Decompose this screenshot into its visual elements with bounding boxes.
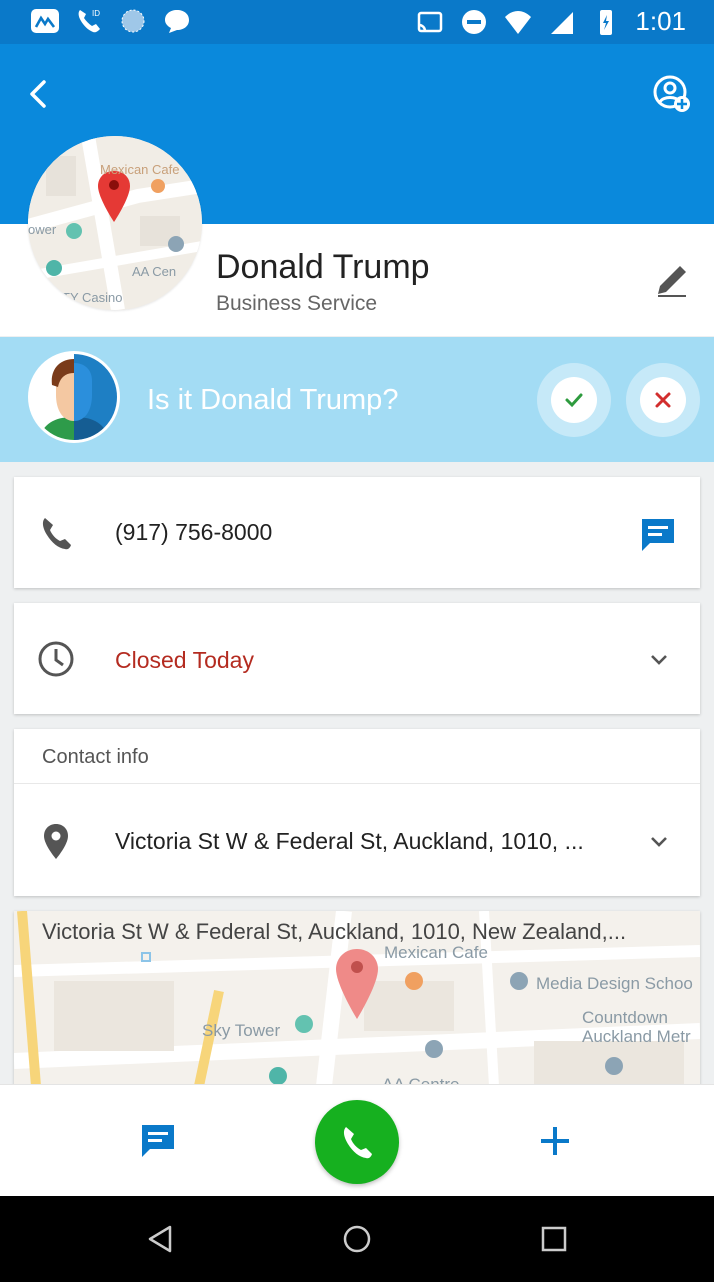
- back-button[interactable]: [20, 74, 60, 114]
- map-label-sky-tower: Sky Tower: [202, 1021, 281, 1040]
- sphere-icon: [121, 9, 145, 33]
- edit-button[interactable]: [652, 260, 692, 300]
- phone-number[interactable]: (917) 756-8000: [115, 519, 272, 546]
- reject-identity-button[interactable]: [626, 363, 700, 437]
- confirm-identity-button[interactable]: [537, 363, 611, 437]
- verify-question: Is it Donald Trump?: [147, 384, 399, 416]
- battery-charging-icon: [600, 9, 613, 35]
- mini-map-label-tower: ower: [28, 222, 57, 237]
- mini-map-label-aa: AA Cen: [132, 264, 176, 279]
- contact-name: Donald Trump: [216, 248, 430, 286]
- phone-id-icon: ID: [78, 9, 100, 33]
- mini-map: Mexican Cafe ower AA Cen TY Casino: [28, 136, 202, 310]
- nav-back-button[interactable]: [140, 1219, 180, 1259]
- wifi-icon: [505, 10, 532, 34]
- phone-card[interactable]: (917) 756-8000: [14, 477, 700, 588]
- hours-status: Closed Today: [115, 647, 254, 673]
- person-avatar-icon: [28, 351, 120, 443]
- chat-bubble-icon: [165, 10, 189, 33]
- signal-icon: [551, 11, 574, 34]
- divider: [14, 783, 700, 784]
- nav-home-button[interactable]: [337, 1219, 377, 1259]
- location-pin-icon: [44, 824, 68, 859]
- clock-icon: [38, 641, 74, 677]
- hours-card[interactable]: Closed Today: [14, 603, 700, 714]
- map-label-auckland-metro: Auckland Metr: [582, 1027, 691, 1046]
- map-card[interactable]: Victoria St W & Federal St, Auckland, 10…: [14, 911, 700, 1086]
- message-icon[interactable]: [638, 515, 678, 555]
- contact-info-label: Contact info: [42, 746, 149, 768]
- map-label-cafe: Mexican Cafe: [384, 943, 488, 962]
- phone-icon: [42, 518, 71, 550]
- chevron-down-icon[interactable]: [648, 831, 670, 853]
- add-contact-button[interactable]: [650, 72, 694, 116]
- nav-recents-button[interactable]: [534, 1219, 574, 1259]
- map-label-media-school: Media Design Schoo: [536, 974, 693, 993]
- contact-category: Business Service: [216, 292, 378, 315]
- map-label-countdown: Countdown: [582, 1008, 669, 1027]
- app-icon: [31, 9, 59, 33]
- add-button[interactable]: [535, 1121, 575, 1161]
- cast-icon: [418, 11, 443, 32]
- contact-info-card: Contact info Victoria St W & Federal St,…: [14, 729, 700, 896]
- check-icon: [565, 393, 583, 408]
- status-time: 1:01: [635, 6, 686, 36]
- svg-text:ID: ID: [92, 9, 100, 18]
- mini-map-label-cafe: Mexican Cafe: [100, 162, 179, 177]
- status-bar: ID 1:01: [0, 0, 714, 44]
- address-text[interactable]: Victoria St W & Federal St, Auckland, 10…: [115, 828, 584, 855]
- call-button[interactable]: [315, 1100, 399, 1184]
- chevron-down-icon[interactable]: [648, 649, 670, 671]
- phone-icon: [343, 1127, 372, 1159]
- do-not-disturb-icon: [462, 9, 487, 34]
- identity-verify-banner: Is it Donald Trump?: [0, 337, 714, 462]
- bottom-action-bar: [0, 1084, 714, 1197]
- map-address: Victoria St W & Federal St, Auckland, 10…: [42, 919, 627, 944]
- message-button[interactable]: [138, 1121, 178, 1161]
- close-icon: [655, 392, 671, 408]
- contact-avatar-map[interactable]: Mexican Cafe ower AA Cen TY Casino: [28, 136, 202, 310]
- system-nav-bar: [0, 1196, 714, 1282]
